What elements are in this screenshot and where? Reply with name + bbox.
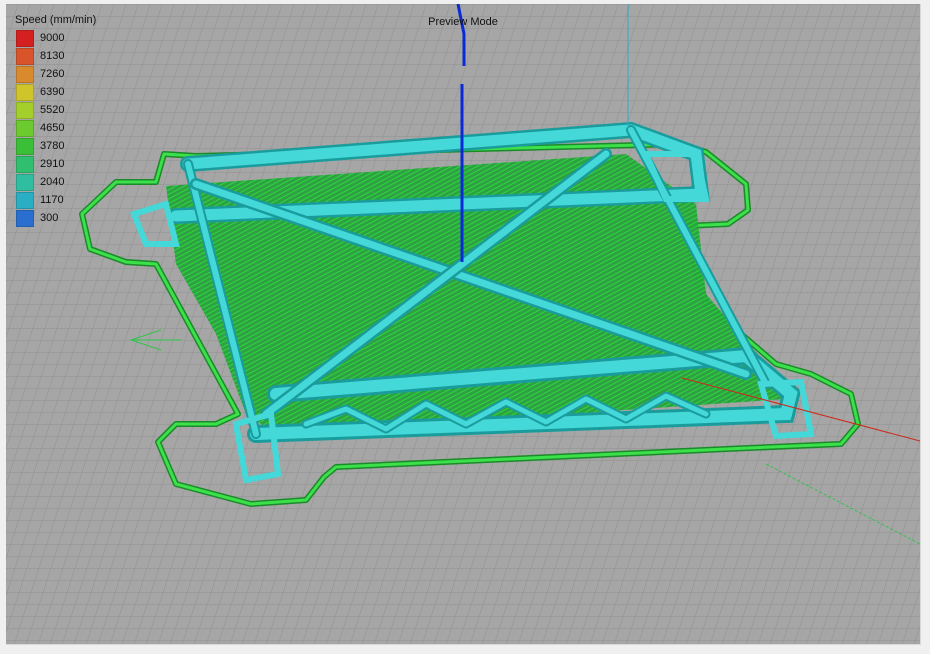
legend-title: Speed (mm/min) xyxy=(15,14,97,26)
legend-label: 7260 xyxy=(40,68,65,80)
legend-swatch xyxy=(16,173,34,191)
legend-row: 6390 xyxy=(15,83,96,101)
legend-label: 5520 xyxy=(40,104,65,116)
legend-row: 9000 xyxy=(15,29,96,47)
legend-label: 9000 xyxy=(40,32,65,44)
legend-swatch xyxy=(16,47,34,65)
legend-row: 1170 xyxy=(15,191,96,209)
toolpath-scene[interactable] xyxy=(6,4,920,644)
legend-label: 4650 xyxy=(40,122,65,134)
legend-swatch xyxy=(16,137,34,155)
legend-label: 1170 xyxy=(40,194,64,206)
legend-row: 3780 xyxy=(15,137,96,155)
preview-mode-label: Preview Mode xyxy=(428,16,498,28)
legend-swatch xyxy=(16,155,34,173)
legend-swatch xyxy=(16,83,34,101)
legend-swatch xyxy=(16,119,34,137)
legend-swatch xyxy=(16,65,34,83)
legend-label: 2040 xyxy=(40,176,65,188)
legend-label: 8130 xyxy=(40,50,65,62)
legend-swatch xyxy=(16,101,34,119)
legend-row: 7260 xyxy=(15,65,96,83)
legend-label: 300 xyxy=(40,212,59,224)
legend-row: 4650 xyxy=(15,119,96,137)
speed-legend: Speed (mm/min) 9000 8130 7260 6390 5520 4650 3… xyxy=(15,14,96,227)
legend-swatch xyxy=(16,209,34,227)
legend-row: 2040 xyxy=(15,173,96,191)
legend-label: 3780 xyxy=(40,140,65,152)
legend-row: 8130 xyxy=(15,47,96,65)
legend-swatch xyxy=(16,191,34,209)
legend-swatch xyxy=(16,29,34,47)
preview-viewport[interactable]: Preview Mode Speed (mm/min) 9000 8130 7260… xyxy=(6,4,921,645)
legend-row: 2910 xyxy=(15,155,96,173)
legend-row: 300 xyxy=(15,209,96,227)
legend-row: 5520 xyxy=(15,101,96,119)
legend-label: 6390 xyxy=(40,86,65,98)
legend-label: 2910 xyxy=(40,158,65,170)
